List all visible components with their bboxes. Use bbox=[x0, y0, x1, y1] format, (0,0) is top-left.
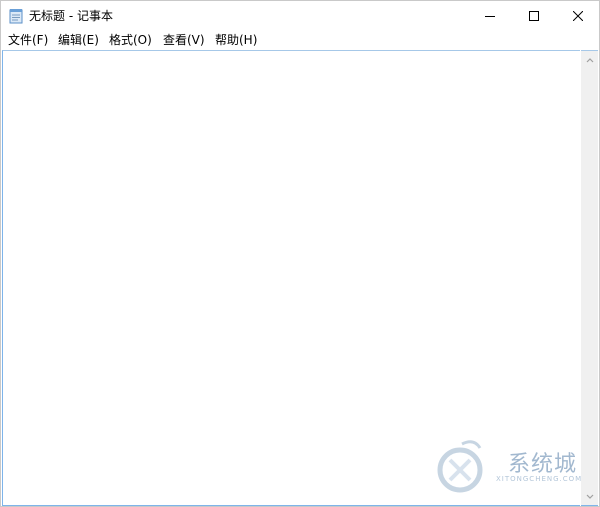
menu-format[interactable]: 格式(O) bbox=[109, 33, 152, 48]
chevron-down-icon bbox=[586, 494, 593, 499]
menu-file[interactable]: 文件(F) bbox=[8, 33, 48, 48]
maximize-button[interactable] bbox=[511, 1, 557, 31]
menu-view[interactable]: 查看(V) bbox=[163, 33, 205, 48]
vertical-scrollbar[interactable] bbox=[581, 50, 598, 506]
close-button[interactable] bbox=[555, 1, 600, 31]
watermark-subtext: XITONGCHENG.COM bbox=[496, 475, 583, 483]
minimize-icon bbox=[485, 16, 495, 17]
notepad-icon bbox=[9, 9, 23, 24]
title-bar[interactable]: 无标题 - 记事本 bbox=[1, 1, 599, 31]
maximize-icon bbox=[529, 11, 539, 21]
menu-edit[interactable]: 编辑(E) bbox=[58, 33, 99, 48]
close-icon bbox=[573, 11, 583, 21]
window-title: 无标题 - 记事本 bbox=[29, 9, 113, 23]
scroll-up-button[interactable] bbox=[581, 51, 598, 68]
scroll-down-button[interactable] bbox=[581, 488, 598, 505]
menu-help[interactable]: 帮助(H) bbox=[215, 33, 257, 48]
chevron-up-icon bbox=[586, 57, 593, 62]
watermark-text: 系统城 bbox=[508, 452, 578, 477]
menu-bar: 文件(F) 编辑(E) 格式(O) 查看(V) 帮助(H) bbox=[1, 31, 599, 50]
minimize-button[interactable] bbox=[467, 1, 513, 31]
notepad-window: 无标题 - 记事本 文件(F) 编辑(E) 格式(O) 查看(V) 帮助(H) bbox=[0, 0, 600, 507]
